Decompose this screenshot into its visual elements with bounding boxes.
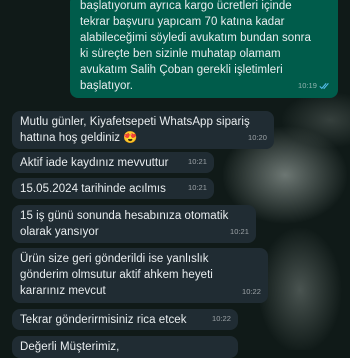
incoming-message[interactable]: 15.05.2024 tarihinde acılmıs 10:21 [12,178,214,199]
message-time: 10:22 [241,287,261,296]
incoming-message[interactable]: Mutlu günler, Kiyafetsepeti WhatsApp sip… [12,111,274,149]
message-text: Değerli Müşterimiz, [20,341,120,353]
message-text: Mutlu günler, Kiyafetsepeti WhatsApp sip… [20,116,250,144]
double-check-icon [319,83,329,90]
incoming-message[interactable]: 15 iş günü sonunda hesabınıza otomatik o… [12,205,256,243]
message-time: 10:21 [229,227,249,236]
message-time: 10:21 [187,183,207,192]
message-text: başlatıyorum ayrıca kargo ücretleri için… [80,0,312,92]
message-text: Aktif iade kaydınız mevvuttur [20,157,169,169]
incoming-message[interactable]: Aktif iade kaydınız mevvuttur 10:21 [12,152,214,173]
incoming-message[interactable]: Tekrar gönderirmisiniz rica etcek 10:22 [12,309,238,330]
message-time: 10:22 [211,314,231,323]
outgoing-message[interactable]: başlatıyorum ayrıca kargo ücretleri için… [70,0,338,98]
incoming-message[interactable]: Değerli Müşterimiz, [12,336,238,358]
message-time: 10:21 [187,157,207,166]
message-text: 15.05.2024 tarihinde acılmıs [20,183,166,195]
message-text: 15 iş günü sonunda hesabınıza otomatik o… [20,210,229,238]
message-time: 10:20 [247,133,267,142]
message-text: Ürün size geri gönderildi ise yanlıslık … [20,253,213,297]
message-text: Tekrar gönderirmisiniz rica etcek [20,314,187,326]
message-time: 10:19 [297,81,317,90]
incoming-message[interactable]: Ürün size geri gönderildi ise yanlıslık … [12,248,268,303]
